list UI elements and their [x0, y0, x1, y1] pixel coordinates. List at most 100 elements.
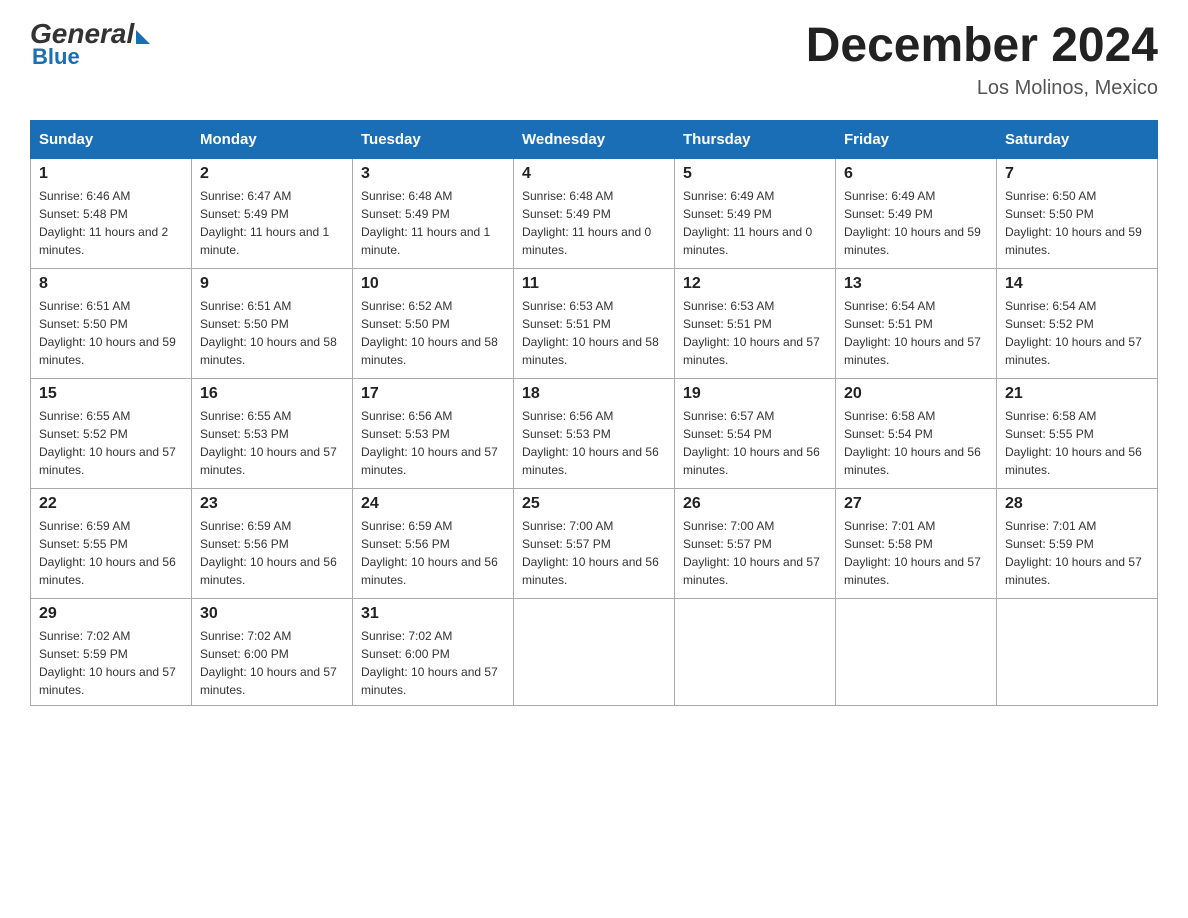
- sunset-label: Sunset: 5:49 PM: [361, 207, 450, 221]
- day-info: Sunrise: 6:58 AM Sunset: 5:54 PM Dayligh…: [844, 407, 988, 479]
- daylight-label: Daylight: 10 hours and 59 minutes.: [1005, 225, 1142, 257]
- day-info: Sunrise: 7:02 AM Sunset: 5:59 PM Dayligh…: [39, 627, 183, 699]
- sunrise-label: Sunrise: 6:51 AM: [200, 299, 291, 313]
- sunset-label: Sunset: 5:59 PM: [1005, 537, 1094, 551]
- day-info: Sunrise: 7:02 AM Sunset: 6:00 PM Dayligh…: [200, 627, 344, 699]
- sunset-label: Sunset: 5:50 PM: [1005, 207, 1094, 221]
- sunset-label: Sunset: 5:52 PM: [1005, 317, 1094, 331]
- sunrise-label: Sunrise: 6:49 AM: [844, 189, 935, 203]
- sunrise-label: Sunrise: 6:49 AM: [683, 189, 774, 203]
- calendar-header: Sunday Monday Tuesday Wednesday Thursday…: [31, 120, 1158, 158]
- daylight-label: Daylight: 10 hours and 57 minutes.: [844, 555, 981, 587]
- month-title: December 2024: [806, 20, 1158, 73]
- day-number: 20: [844, 385, 988, 403]
- calendar-cell: 24 Sunrise: 6:59 AM Sunset: 5:56 PM Dayl…: [353, 488, 514, 598]
- day-number: 26: [683, 495, 827, 513]
- day-info: Sunrise: 6:47 AM Sunset: 5:49 PM Dayligh…: [200, 187, 344, 259]
- col-sunday: Sunday: [31, 120, 192, 158]
- day-number: 25: [522, 495, 666, 513]
- daylight-label: Daylight: 10 hours and 56 minutes.: [522, 445, 659, 477]
- day-number: 11: [522, 275, 666, 293]
- day-number: 9: [200, 275, 344, 293]
- sunrise-label: Sunrise: 6:46 AM: [39, 189, 130, 203]
- day-info: Sunrise: 6:59 AM Sunset: 5:56 PM Dayligh…: [200, 517, 344, 589]
- day-number: 24: [361, 495, 505, 513]
- day-info: Sunrise: 6:48 AM Sunset: 5:49 PM Dayligh…: [522, 187, 666, 259]
- daylight-label: Daylight: 10 hours and 57 minutes.: [200, 445, 337, 477]
- sunrise-label: Sunrise: 6:54 AM: [1005, 299, 1096, 313]
- calendar-week-row: 1 Sunrise: 6:46 AM Sunset: 5:48 PM Dayli…: [31, 158, 1158, 268]
- title-area: December 2024 Los Molinos, Mexico: [806, 20, 1158, 100]
- day-number: 5: [683, 165, 827, 183]
- calendar-cell: 13 Sunrise: 6:54 AM Sunset: 5:51 PM Dayl…: [836, 268, 997, 378]
- daylight-label: Daylight: 10 hours and 57 minutes.: [39, 445, 176, 477]
- daylight-label: Daylight: 11 hours and 0 minutes.: [683, 225, 812, 257]
- calendar-week-row: 22 Sunrise: 6:59 AM Sunset: 5:55 PM Dayl…: [31, 488, 1158, 598]
- calendar-week-row: 8 Sunrise: 6:51 AM Sunset: 5:50 PM Dayli…: [31, 268, 1158, 378]
- day-info: Sunrise: 6:54 AM Sunset: 5:52 PM Dayligh…: [1005, 297, 1149, 369]
- day-number: 1: [39, 165, 183, 183]
- day-number: 21: [1005, 385, 1149, 403]
- sunrise-label: Sunrise: 6:53 AM: [683, 299, 774, 313]
- daylight-label: Daylight: 10 hours and 56 minutes.: [522, 555, 659, 587]
- day-number: 28: [1005, 495, 1149, 513]
- day-number: 15: [39, 385, 183, 403]
- daylight-label: Daylight: 10 hours and 57 minutes.: [683, 555, 820, 587]
- sunset-label: Sunset: 5:49 PM: [844, 207, 933, 221]
- sunrise-label: Sunrise: 6:53 AM: [522, 299, 613, 313]
- daylight-label: Daylight: 10 hours and 57 minutes.: [361, 445, 498, 477]
- day-number: 22: [39, 495, 183, 513]
- daylight-label: Daylight: 10 hours and 56 minutes.: [361, 555, 498, 587]
- calendar-cell: 27 Sunrise: 7:01 AM Sunset: 5:58 PM Dayl…: [836, 488, 997, 598]
- calendar-cell: 2 Sunrise: 6:47 AM Sunset: 5:49 PM Dayli…: [192, 158, 353, 268]
- calendar-cell: 3 Sunrise: 6:48 AM Sunset: 5:49 PM Dayli…: [353, 158, 514, 268]
- day-info: Sunrise: 7:00 AM Sunset: 5:57 PM Dayligh…: [683, 517, 827, 589]
- sunrise-label: Sunrise: 6:48 AM: [361, 189, 452, 203]
- logo: General Blue: [30, 20, 150, 70]
- sunset-label: Sunset: 5:53 PM: [200, 427, 289, 441]
- sunset-label: Sunset: 5:49 PM: [200, 207, 289, 221]
- daylight-label: Daylight: 10 hours and 58 minutes.: [361, 335, 498, 367]
- sunset-label: Sunset: 6:00 PM: [361, 647, 450, 661]
- day-info: Sunrise: 6:59 AM Sunset: 5:56 PM Dayligh…: [361, 517, 505, 589]
- calendar-cell: 15 Sunrise: 6:55 AM Sunset: 5:52 PM Dayl…: [31, 378, 192, 488]
- day-info: Sunrise: 6:51 AM Sunset: 5:50 PM Dayligh…: [39, 297, 183, 369]
- calendar-cell: 12 Sunrise: 6:53 AM Sunset: 5:51 PM Dayl…: [675, 268, 836, 378]
- sunrise-label: Sunrise: 6:47 AM: [200, 189, 291, 203]
- sunrise-label: Sunrise: 7:00 AM: [683, 519, 774, 533]
- sunset-label: Sunset: 5:50 PM: [361, 317, 450, 331]
- daylight-label: Daylight: 10 hours and 56 minutes.: [200, 555, 337, 587]
- calendar-cell: 29 Sunrise: 7:02 AM Sunset: 5:59 PM Dayl…: [31, 598, 192, 705]
- calendar-cell: 30 Sunrise: 7:02 AM Sunset: 6:00 PM Dayl…: [192, 598, 353, 705]
- daylight-label: Daylight: 11 hours and 0 minutes.: [522, 225, 651, 257]
- daylight-label: Daylight: 10 hours and 56 minutes.: [683, 445, 820, 477]
- sunset-label: Sunset: 5:53 PM: [522, 427, 611, 441]
- calendar-cell: [675, 598, 836, 705]
- day-number: 14: [1005, 275, 1149, 293]
- day-number: 6: [844, 165, 988, 183]
- sunset-label: Sunset: 5:56 PM: [200, 537, 289, 551]
- day-info: Sunrise: 7:01 AM Sunset: 5:59 PM Dayligh…: [1005, 517, 1149, 589]
- sunrise-label: Sunrise: 6:51 AM: [39, 299, 130, 313]
- sunrise-label: Sunrise: 7:01 AM: [1005, 519, 1096, 533]
- col-thursday: Thursday: [675, 120, 836, 158]
- daylight-label: Daylight: 10 hours and 57 minutes.: [200, 665, 337, 697]
- day-info: Sunrise: 6:59 AM Sunset: 5:55 PM Dayligh…: [39, 517, 183, 589]
- day-info: Sunrise: 7:01 AM Sunset: 5:58 PM Dayligh…: [844, 517, 988, 589]
- daylight-label: Daylight: 10 hours and 57 minutes.: [844, 335, 981, 367]
- col-monday: Monday: [192, 120, 353, 158]
- sunset-label: Sunset: 5:58 PM: [844, 537, 933, 551]
- sunrise-label: Sunrise: 6:54 AM: [844, 299, 935, 313]
- day-info: Sunrise: 6:53 AM Sunset: 5:51 PM Dayligh…: [522, 297, 666, 369]
- calendar-cell: [997, 598, 1158, 705]
- sunrise-label: Sunrise: 6:56 AM: [361, 409, 452, 423]
- day-number: 8: [39, 275, 183, 293]
- day-number: 17: [361, 385, 505, 403]
- calendar-cell: 10 Sunrise: 6:52 AM Sunset: 5:50 PM Dayl…: [353, 268, 514, 378]
- day-info: Sunrise: 6:55 AM Sunset: 5:52 PM Dayligh…: [39, 407, 183, 479]
- sunset-label: Sunset: 5:51 PM: [522, 317, 611, 331]
- sunrise-label: Sunrise: 6:59 AM: [200, 519, 291, 533]
- calendar-cell: 28 Sunrise: 7:01 AM Sunset: 5:59 PM Dayl…: [997, 488, 1158, 598]
- sunrise-label: Sunrise: 6:57 AM: [683, 409, 774, 423]
- day-info: Sunrise: 6:54 AM Sunset: 5:51 PM Dayligh…: [844, 297, 988, 369]
